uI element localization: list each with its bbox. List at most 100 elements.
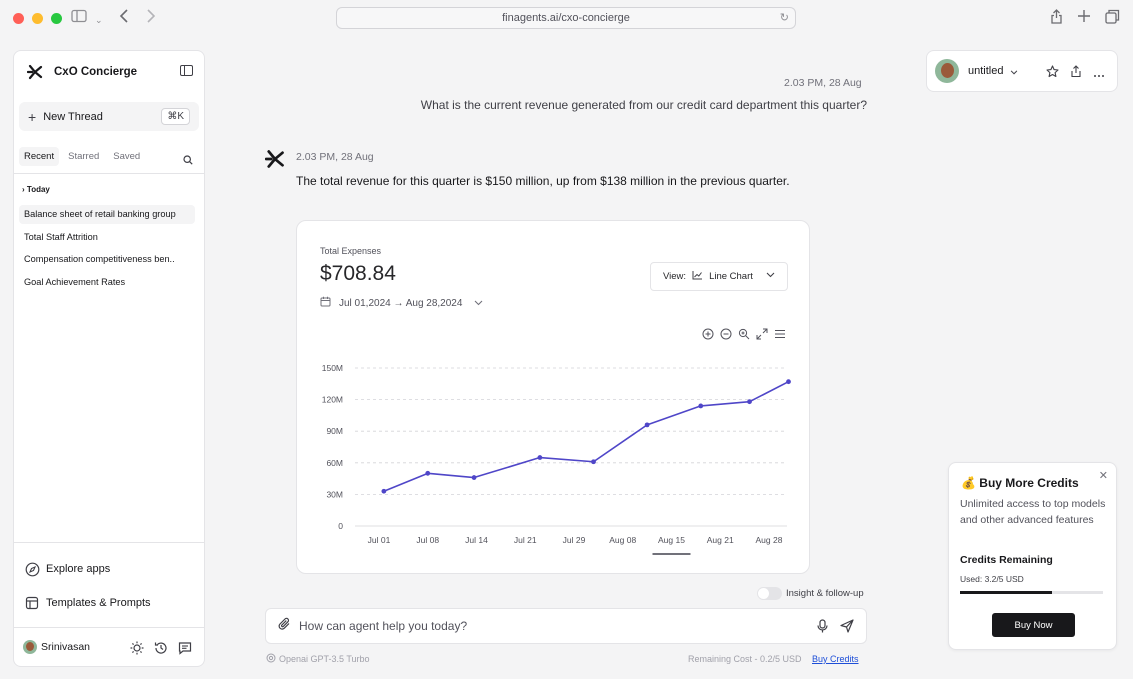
insight-label: Insight & follow-up <box>786 588 864 599</box>
explore-apps-label: Explore apps <box>46 563 111 575</box>
history-icon[interactable] <box>154 641 168 660</box>
credits-remaining-label: Credits Remaining <box>960 554 1053 566</box>
user-name: Srinivasan <box>41 641 91 653</box>
back-icon[interactable] <box>119 9 129 27</box>
thread-item[interactable]: Balance sheet of retail banking group <box>19 205 195 224</box>
browser-toolbar: ⌄ finagents.ai/cxo-concierge ↻ <box>0 0 1133 37</box>
prompt-box <box>265 608 867 644</box>
thread-item[interactable]: Goal Achievement Rates <box>19 273 195 292</box>
search-icon[interactable] <box>183 152 193 170</box>
x-tick-label: Jul 08 <box>416 535 439 545</box>
credits-used: Used: 3.2/5 USD <box>960 574 1024 584</box>
credits-title: 💰 Buy More Credits <box>961 476 1079 490</box>
user-question: What is the current revenue generated fr… <box>420 98 867 112</box>
templates-prompts-link[interactable]: Templates & Prompts <box>24 595 151 611</box>
credits-progress-fill <box>960 591 1052 594</box>
chevron-down-icon[interactable] <box>1010 62 1018 80</box>
question-timestamp: 2.03 PM, 28 Aug <box>784 77 862 89</box>
send-icon[interactable] <box>840 619 854 638</box>
agent-avatar-icon <box>264 149 285 174</box>
address-bar[interactable]: finagents.ai/cxo-concierge ↻ <box>336 7 796 29</box>
star-icon[interactable] <box>1046 65 1059 83</box>
data-point <box>591 459 596 465</box>
data-point <box>537 455 543 460</box>
document-name[interactable]: untitled <box>968 65 1003 77</box>
thread-tabs: Recent Starred Saved <box>19 147 145 166</box>
data-point <box>698 403 704 409</box>
document-actions <box>1046 65 1105 83</box>
share-icon[interactable] <box>1070 65 1082 83</box>
attach-icon[interactable] <box>278 617 291 636</box>
microphone-icon[interactable] <box>817 619 828 638</box>
sun-icon[interactable] <box>130 641 144 660</box>
x-tick-label: Jul 29 <box>563 535 586 545</box>
feedback-icon[interactable] <box>178 641 192 660</box>
close-window-button[interactable] <box>13 13 24 24</box>
new-thread-label: New Thread <box>43 110 103 123</box>
buy-credits-popup: ✕ 💰 Buy More Credits Unlimited access to… <box>948 462 1117 650</box>
data-point <box>786 379 791 385</box>
credits-progress-bar <box>960 591 1103 594</box>
data-point <box>644 422 650 428</box>
y-tick-label: 0 <box>338 521 343 531</box>
data-point <box>425 470 431 476</box>
reload-icon[interactable]: ↻ <box>780 11 789 24</box>
insight-toggle[interactable]: Insight & follow-up <box>757 587 864 600</box>
divider <box>14 173 204 174</box>
credits-description: Unlimited access to top models and other… <box>960 498 1106 526</box>
section-today: › Today <box>22 185 50 194</box>
x-tick-label: Aug 08 <box>609 535 636 545</box>
series-line <box>383 380 789 492</box>
divider <box>14 542 204 543</box>
agent-answer: The total revenue for this quarter is $1… <box>296 174 790 188</box>
thread-list: Balance sheet of retail banking group To… <box>19 205 195 295</box>
x-tick-label: Jul 21 <box>514 535 537 545</box>
avatar <box>23 640 37 654</box>
tab-overview-icon[interactable] <box>1105 9 1120 28</box>
collapse-sidebar-icon[interactable] <box>180 65 193 76</box>
line-chart: 0 30M 60M 90M 120M 150M Jul 01 Jul 08 Jul 14 Jul … <box>322 363 791 555</box>
tab-saved[interactable]: Saved <box>108 147 145 166</box>
forward-icon[interactable] <box>146 9 156 27</box>
shortcut-badge: ⌘K <box>161 108 190 125</box>
new-thread-button[interactable]: + New Thread ⌘K <box>19 102 199 131</box>
app-logo-icon <box>26 63 44 81</box>
buy-credits-link[interactable]: Buy Credits <box>812 654 859 664</box>
share-icon[interactable] <box>1050 9 1063 28</box>
user-profile[interactable]: Srinivasan <box>23 640 90 654</box>
tab-recent[interactable]: Recent <box>19 147 60 166</box>
document-header: untitled <box>926 50 1118 92</box>
chevron-down-icon[interactable]: ⌄ <box>95 11 103 29</box>
x-tick-label: Aug 15 <box>658 535 685 545</box>
compass-icon <box>24 561 40 577</box>
template-icon <box>24 595 40 611</box>
window-controls <box>13 13 62 24</box>
sidebar-toggle-icon[interactable] <box>71 9 87 27</box>
x-tick-label: Aug 28 <box>756 535 783 545</box>
close-icon[interactable]: ✕ <box>1099 469 1108 482</box>
chart-card: Total Expenses $708.84 Jul 01,2024 → Aug… <box>296 220 810 574</box>
new-tab-icon[interactable] <box>1077 9 1091 27</box>
buy-now-button[interactable]: Buy Now <box>992 613 1075 637</box>
model-indicator[interactable]: Openai GPT-3.5 Turbo <box>266 653 370 665</box>
url-text: finagents.ai/cxo-concierge <box>502 12 630 24</box>
sidebar-header: CxO Concierge <box>14 51 204 93</box>
answer-timestamp: 2.03 PM, 28 Aug <box>296 151 374 163</box>
data-point <box>381 488 387 494</box>
thread-item[interactable]: Compensation competitiveness ben.. <box>19 250 195 269</box>
y-tick-label: 30M <box>326 489 343 499</box>
user-actions <box>130 641 192 660</box>
tab-starred[interactable]: Starred <box>63 147 104 166</box>
explore-apps-link[interactable]: Explore apps <box>24 561 110 577</box>
more-icon[interactable] <box>1093 65 1105 83</box>
app-title: CxO Concierge <box>54 66 138 78</box>
avatar[interactable] <box>935 59 959 83</box>
x-tick-label: Jul 14 <box>465 535 488 545</box>
toggle-switch[interactable] <box>757 587 782 600</box>
minimize-window-button[interactable] <box>32 13 43 24</box>
maximize-window-button[interactable] <box>51 13 62 24</box>
prompt-input[interactable] <box>299 619 799 633</box>
thread-item[interactable]: Total Staff Attrition <box>19 228 195 247</box>
data-point <box>471 475 477 480</box>
plus-icon: + <box>28 108 37 125</box>
